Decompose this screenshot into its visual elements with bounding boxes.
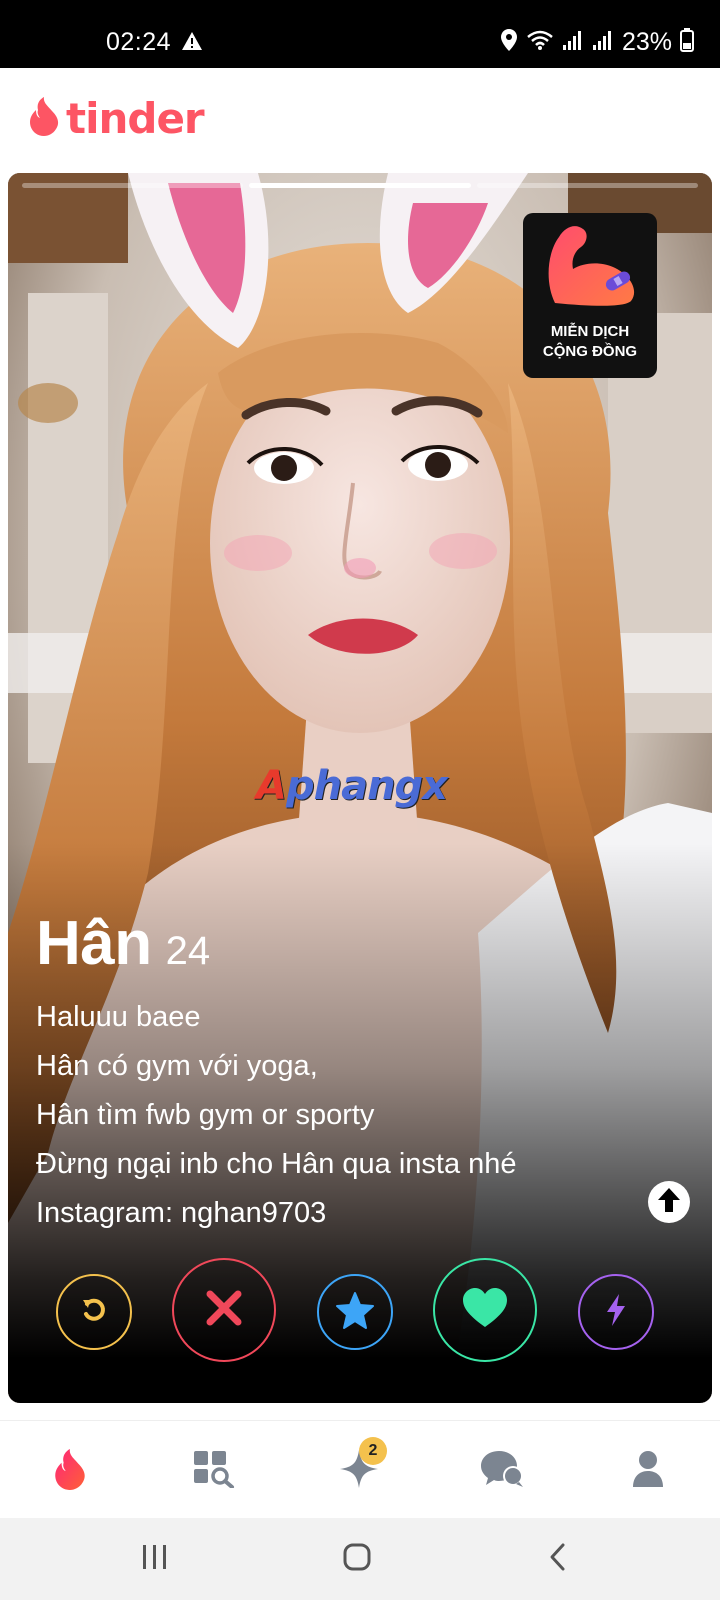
status-time: 02:24: [106, 28, 172, 56]
bottom-nav: 2: [0, 1420, 720, 1518]
recent-apps-button[interactable]: [140, 1542, 170, 1577]
photo-indicator-active: [249, 183, 471, 188]
bio-line: Đừng ngại inb cho Hân qua insta nhé: [36, 1148, 517, 1180]
flame-icon: [53, 1448, 89, 1495]
badge-text: MIỄN DỊCH CỘNG ĐỒNG: [543, 322, 637, 362]
arrow-up-icon: [656, 1186, 682, 1219]
nav-profile[interactable]: [624, 1449, 672, 1493]
explore-grid-icon: [193, 1450, 235, 1493]
location-icon: [500, 28, 518, 57]
watermark-rest: phangx: [285, 763, 448, 809]
wifi-icon: [526, 29, 554, 56]
heart-icon: [461, 1287, 509, 1334]
system-nav: [0, 1518, 720, 1600]
profile-name: Hân: [36, 909, 152, 978]
nav-discover[interactable]: [47, 1448, 95, 1495]
likes-badge: 2: [359, 1437, 387, 1465]
bio-line: Hân tìm fwb gym or sporty: [36, 1099, 375, 1131]
person-icon: [631, 1450, 665, 1493]
watermark: Aphangx: [256, 763, 448, 809]
rewind-icon: [80, 1296, 108, 1329]
warning-icon: [181, 31, 203, 56]
nav-explore[interactable]: [190, 1449, 238, 1493]
battery-percent: 23%: [621, 28, 672, 56]
tinder-logo[interactable]: tinder: [28, 94, 205, 143]
status-bar: 02:24 23%: [0, 0, 720, 68]
back-button[interactable]: [546, 1542, 570, 1577]
nav-likes[interactable]: 2: [335, 1437, 387, 1493]
watermark-first: A: [256, 763, 287, 809]
badge-line1: MIỄN DỊCH: [550, 323, 630, 340]
boost-button[interactable]: [578, 1274, 654, 1350]
name-row: Hân 24: [36, 908, 656, 979]
bio-line: Hân có gym với yoga,: [36, 1050, 318, 1082]
photo-indicator: [476, 183, 698, 188]
like-button[interactable]: [433, 1258, 537, 1362]
badge-line2: CỘNG ĐỒNG: [542, 343, 638, 360]
rewind-button[interactable]: [56, 1274, 132, 1350]
nav-messages[interactable]: [478, 1449, 526, 1493]
battery-icon: [680, 28, 694, 57]
lightning-icon: [604, 1293, 628, 1332]
photo-progress: [8, 183, 712, 188]
chat-icon: [479, 1449, 525, 1494]
logo-text: tinder: [66, 94, 205, 143]
home-button[interactable]: [342, 1542, 372, 1577]
close-icon: [204, 1288, 244, 1333]
profile-bio: Haluuu baee Hân có gym với yoga, Hân tìm…: [36, 993, 656, 1238]
recent-apps-icon: [140, 1542, 170, 1577]
nope-button[interactable]: [172, 1258, 276, 1362]
home-icon: [342, 1542, 372, 1577]
star-icon: [335, 1290, 375, 1335]
super-like-button[interactable]: [317, 1274, 393, 1350]
profile-card[interactable]: MIỄN DỊCH CỘNG ĐỒNG Aphangx Hân 24 Haluu…: [8, 173, 712, 1403]
profile-age: 24: [165, 929, 211, 973]
flame-logo-icon: [28, 96, 62, 141]
flexed-arm-icon: [535, 213, 645, 318]
action-buttons: [8, 1258, 712, 1368]
back-icon: [546, 1542, 570, 1577]
community-badge[interactable]: MIỄN DỊCH CỘNG ĐỒNG: [523, 213, 657, 378]
profile-details-button[interactable]: [648, 1181, 690, 1223]
signal-icon: [592, 29, 614, 56]
bio-line: Haluuu baee: [36, 1001, 201, 1033]
signal-icon: [562, 29, 584, 56]
app-header: tinder: [0, 68, 720, 170]
bio-line: Instagram: nghan9703: [36, 1197, 327, 1229]
profile-info: Hân 24 Haluuu baee Hân có gym với yoga, …: [36, 908, 656, 1238]
photo-indicator: [22, 183, 244, 188]
